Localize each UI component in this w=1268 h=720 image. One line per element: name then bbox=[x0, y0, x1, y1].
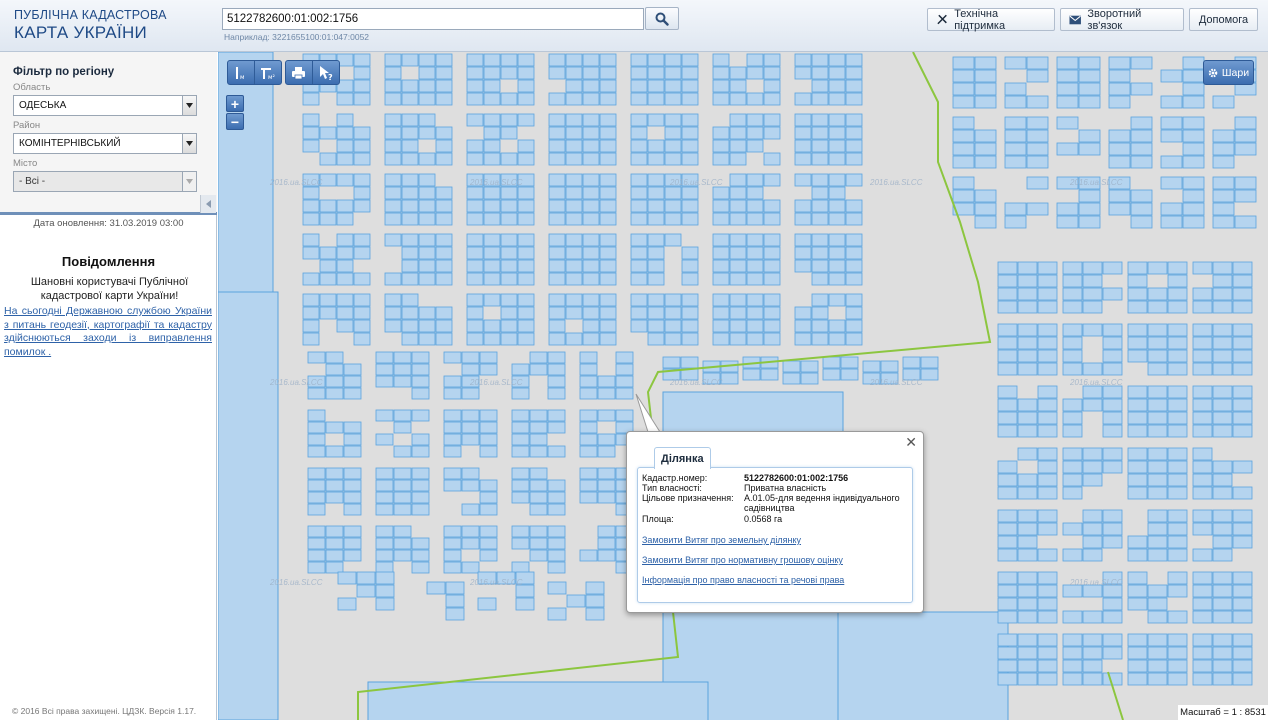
map-watermark: 2016.ua.SLCC bbox=[270, 378, 323, 387]
chevron-down-icon bbox=[182, 96, 196, 115]
chevron-left-icon bbox=[206, 200, 211, 208]
svg-text:м: м bbox=[240, 74, 245, 81]
map-watermark: 2016.ua.SLCC bbox=[1070, 378, 1123, 387]
map-watermark: 2016.ua.SLCC bbox=[1070, 178, 1123, 187]
layers-label: Шари bbox=[1221, 66, 1250, 79]
map-watermark: 2016.ua.SLCC bbox=[870, 178, 923, 187]
close-icon[interactable]: ✕ bbox=[905, 434, 917, 451]
map-view[interactable]: 2016.ua.SLCC 2016.ua.SLCC 2016.ua.SLCC 2… bbox=[218, 52, 1268, 720]
parcel-info-panel: Кадастр.номер: 5122782600:01:002:1756 Ти… bbox=[637, 467, 913, 603]
svg-text:?: ? bbox=[328, 73, 333, 81]
measure-area-button[interactable]: м² bbox=[255, 61, 281, 84]
cursor-question-icon: ? bbox=[319, 65, 333, 81]
header-bar: ПУБЛІЧНА КАДАСТРОВА КАРТА УКРАЇНИ Наприк… bbox=[0, 0, 1268, 52]
parcel-info-popup: ✕ Ділянка Кадастр.номер: 5122782600:01:0… bbox=[626, 431, 924, 613]
tools-icon bbox=[937, 14, 947, 25]
ruler-icon: м bbox=[235, 66, 245, 81]
map-watermark: 2016.ua.SLCC bbox=[870, 378, 923, 387]
notice-title: Повідомлення bbox=[61, 254, 156, 269]
layers-button[interactable]: Шари bbox=[1203, 60, 1254, 85]
support-label: Технічна підтримка bbox=[954, 7, 1006, 32]
gear-icon bbox=[1208, 68, 1218, 77]
map-watermark: 2016.ua.SLCC bbox=[270, 578, 323, 587]
search-hint: Наприклад: 3221655100:01:047:0052 bbox=[224, 32, 370, 42]
region-select[interactable]: ОДЕСЬКА bbox=[13, 95, 197, 116]
feedback-button[interactable]: Зворотний зв'язок bbox=[1060, 7, 1184, 32]
map-watermark: 2016.ua.SLCC bbox=[270, 178, 323, 187]
help-label: Допомога bbox=[1198, 13, 1249, 26]
tab-parcel[interactable]: Ділянка bbox=[654, 447, 711, 469]
search-button[interactable] bbox=[645, 7, 679, 30]
feedback-label: Зворотний зв'язок bbox=[1087, 7, 1142, 32]
printer-icon bbox=[292, 66, 306, 79]
district-select[interactable]: КОМІНТЕРНІВСЬКИЙ bbox=[13, 133, 197, 154]
collapse-sidebar-button[interactable] bbox=[200, 195, 216, 213]
svg-text:м²: м² bbox=[268, 74, 276, 81]
map-scale: Масштаб = 1 : 8531 bbox=[1178, 705, 1268, 720]
region-select-value: ОДЕСЬКА bbox=[19, 100, 67, 111]
parcel-key: Цільове призначення: bbox=[642, 493, 734, 503]
sidebar: Фільтр по регіону Область ОДЕСЬКА Район … bbox=[0, 52, 217, 720]
copyright: © 2016 Всі права захищені. ЦДЗК. Версія … bbox=[12, 706, 197, 716]
help-button[interactable]: Допомога bbox=[1189, 8, 1258, 31]
city-select-value: - Всі - bbox=[19, 176, 46, 187]
parcel-value: 5122782600:01:002:1756 bbox=[744, 473, 849, 483]
measure-distance-button[interactable]: м bbox=[228, 61, 255, 84]
district-select-value: КОМІНТЕРНІВСЬКИЙ bbox=[19, 138, 121, 149]
map-watermark: 2016.ua.SLCC bbox=[470, 578, 523, 587]
measure-toolbar: м м² bbox=[227, 60, 282, 85]
print-toolbar: ? bbox=[285, 60, 340, 85]
filter-title: Фільтр по регіону bbox=[13, 66, 115, 78]
print-button[interactable] bbox=[286, 61, 313, 84]
cadastral-search-input[interactable] bbox=[222, 8, 644, 30]
region-label: Область bbox=[13, 82, 51, 93]
city-label: Місто bbox=[13, 158, 38, 169]
map-watermark: 2016.ua.SLCC bbox=[1070, 578, 1123, 587]
site-logo[interactable]: ПУБЛІЧНА КАДАСТРОВА КАРТА УКРАЇНИ bbox=[14, 9, 167, 41]
parcel-key: Кадастр.номер: bbox=[642, 473, 708, 483]
parcel-value: Приватна власність bbox=[744, 483, 827, 493]
region-filter-panel: Фільтр по регіону Область ОДЕСЬКА Район … bbox=[0, 52, 217, 215]
map-watermark: 2016.ua.SLCC bbox=[470, 378, 523, 387]
envelope-icon bbox=[1069, 15, 1081, 24]
logo-line2: КАРТА УКРАЇНИ bbox=[14, 22, 148, 42]
map-watermark: 2016.ua.SLCC bbox=[670, 178, 723, 187]
chevron-down-icon bbox=[182, 172, 196, 191]
zoom-in-button[interactable]: + bbox=[226, 95, 244, 112]
city-select[interactable]: - Всі - bbox=[13, 171, 197, 192]
parcel-key: Площа: bbox=[642, 514, 674, 524]
logo-line1: ПУБЛІЧНА КАДАСТРОВА bbox=[14, 8, 167, 22]
parcel-key: Тип власності: bbox=[642, 483, 702, 493]
map-watermark: 2016.ua.SLCC bbox=[670, 378, 723, 387]
order-valuation-link[interactable]: Замовити Витяг про нормативну грошову оц… bbox=[642, 555, 843, 565]
map-watermark: 2016.ua.SLCC bbox=[470, 178, 523, 187]
district-label: Район bbox=[13, 120, 41, 131]
parcel-value: А.01.05-для ведення індивідуального саді… bbox=[744, 493, 900, 513]
search-icon bbox=[655, 12, 669, 26]
order-extract-link[interactable]: Замовити Витяг про земельну ділянку bbox=[642, 535, 801, 545]
update-date: Дата оновлення: 31.03.2019 03:00 bbox=[33, 218, 184, 229]
notice-link[interactable]: На сьогодні Державною службою України з … bbox=[4, 305, 212, 359]
support-button[interactable]: Технічна підтримка bbox=[927, 7, 1055, 32]
notice-body: Шановні користувачі Публічної кадастрово… bbox=[30, 276, 189, 302]
area-ruler-icon: м² bbox=[260, 67, 276, 81]
parcel-value: 0.0568 га bbox=[744, 514, 783, 524]
identify-button[interactable]: ? bbox=[313, 61, 339, 84]
ownership-info-link[interactable]: Інформація про право власності та речові… bbox=[642, 575, 844, 585]
chevron-down-icon bbox=[182, 134, 196, 153]
zoom-out-button[interactable]: − bbox=[226, 113, 244, 130]
